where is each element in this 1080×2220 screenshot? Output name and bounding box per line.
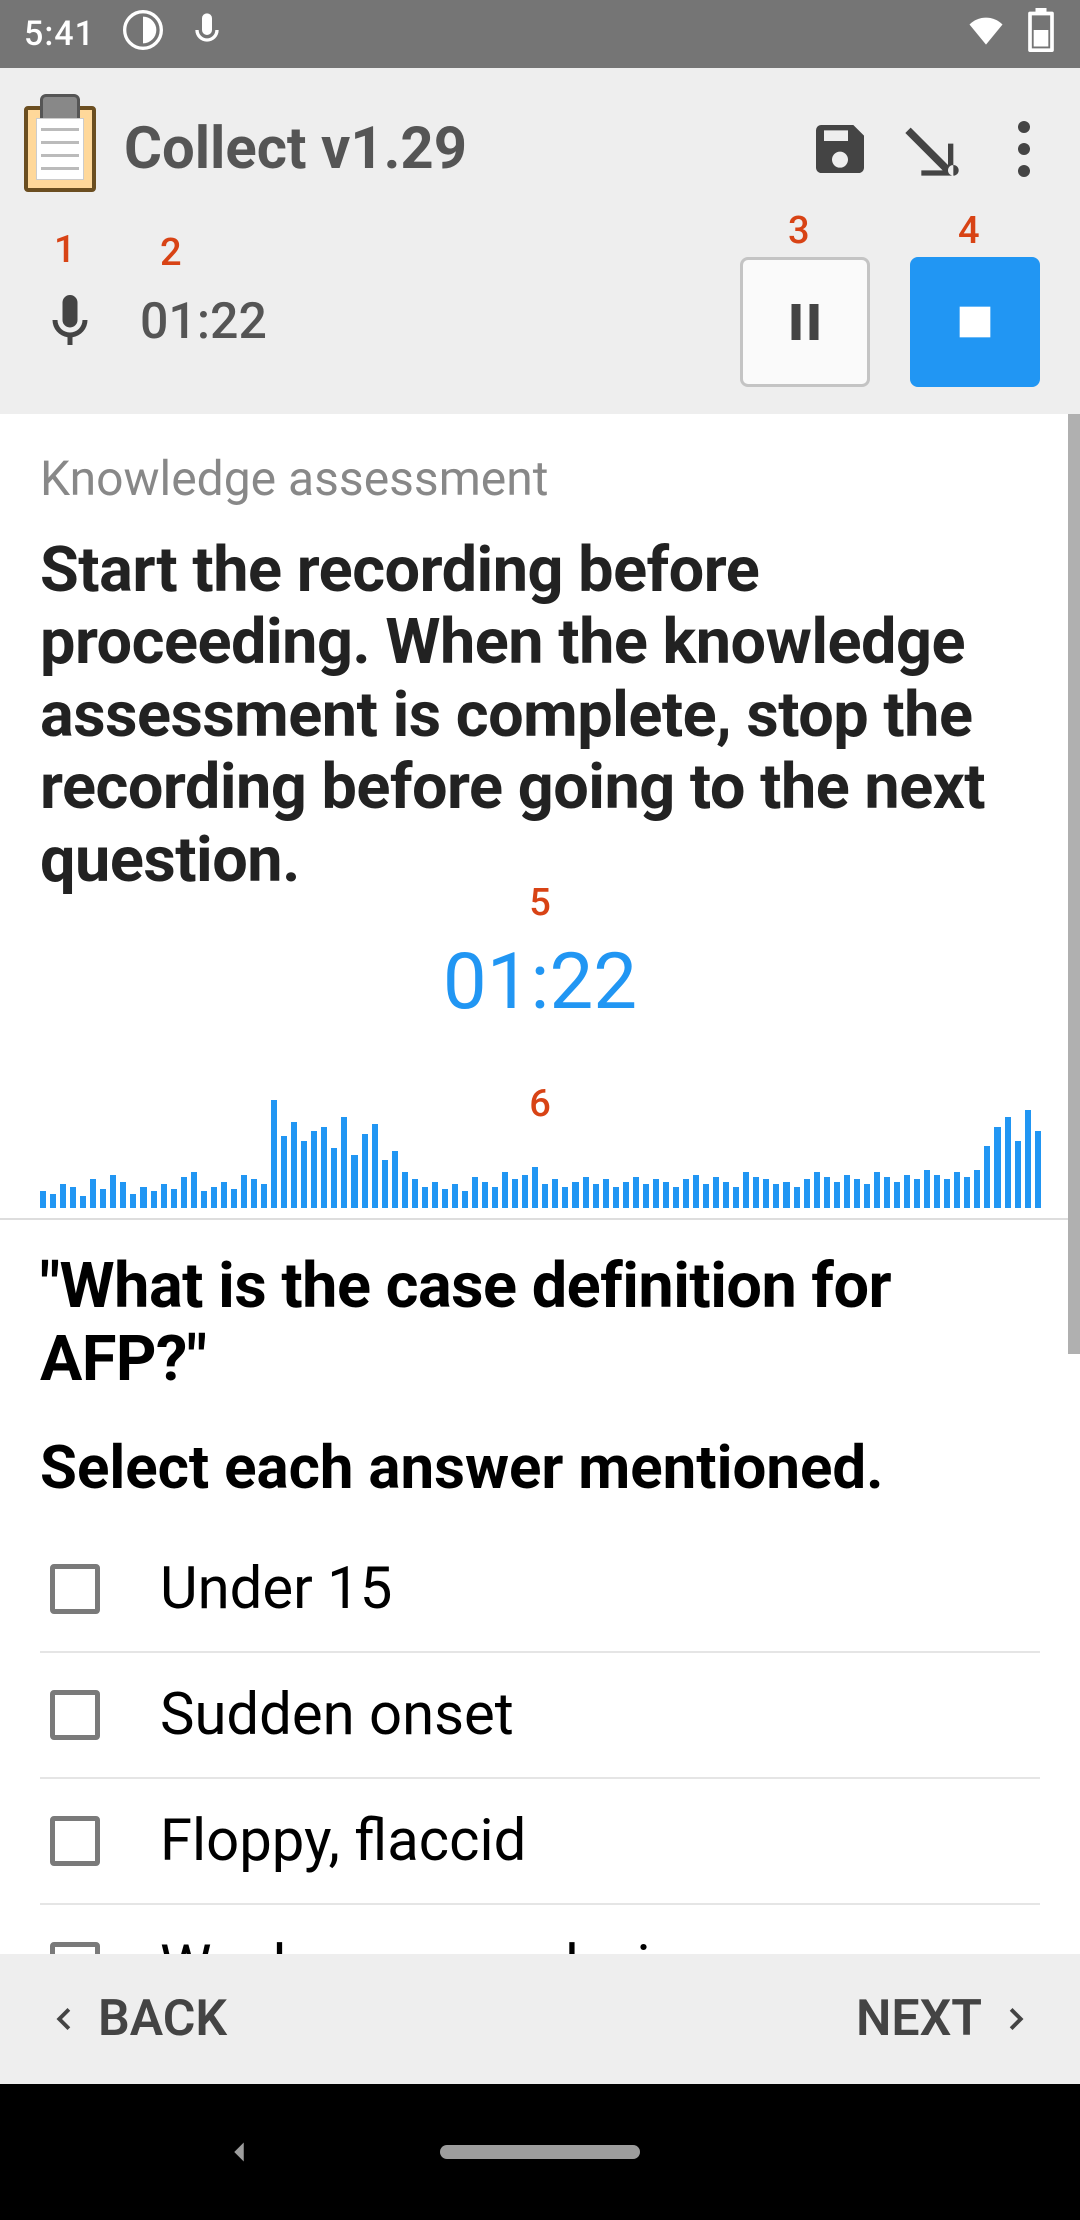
content-area[interactable]: Knowledge assessment Start the recording… [0,414,1080,1954]
choice-row[interactable]: Under 15 [40,1527,1040,1653]
divider [0,1218,1080,1220]
big-timer: 5 01:22 [40,937,1040,1028]
checkbox[interactable] [50,1564,100,1614]
android-nav-bar [0,2084,1080,2220]
clipboard-icon[interactable] [24,106,96,192]
pause-button[interactable] [740,257,870,387]
stop-icon [952,299,998,345]
next-button[interactable]: NEXT [540,1990,1080,2048]
voice-indicator-icon [187,10,227,59]
next-label: NEXT [856,1990,982,2048]
android-back-icon[interactable] [220,2118,258,2186]
question-text: "What is the case definition for AFP?" [40,1250,1040,1396]
choice-list: Under 15 Sudden onset Floppy, flaccid Weakn… [40,1527,1040,1954]
chevron-left-icon [40,1997,84,2041]
choice-label: Under 15 [160,1555,392,1623]
choice-label: Sudden onset [160,1681,514,1749]
back-button[interactable]: BACK [0,1990,540,2048]
wifi-icon [964,8,1008,61]
recorder-elapsed: 01:22 [140,293,267,351]
profile-badge-icon [123,10,163,59]
sub-instruction: Select each answer mentioned. [40,1432,1040,1503]
badge-1: 1 [54,228,76,272]
waveform [40,1088,1040,1208]
choice-label: Floppy, flaccid [160,1807,526,1875]
android-home-pill[interactable] [440,2145,640,2159]
choice-row[interactable]: Sudden onset [40,1653,1040,1779]
save-icon[interactable] [808,117,872,181]
checkbox[interactable] [50,1816,100,1866]
mic-icon[interactable] [40,335,100,354]
status-time: 5:41 [24,14,95,54]
badge-2: 2 [160,231,182,275]
pause-icon [778,295,832,349]
section-title: Knowledge assessment [40,450,1040,507]
checkbox[interactable] [50,1942,100,1954]
status-bar: 5:41 [0,0,1080,68]
battery-icon [1026,8,1056,61]
back-label: BACK [98,1990,227,2048]
choice-row[interactable]: Weakness, paralysis [40,1905,1040,1954]
choice-row[interactable]: Floppy, flaccid [40,1779,1040,1905]
stop-button[interactable] [910,257,1040,387]
choice-label: Weakness, paralysis [160,1933,680,1954]
bottom-nav: BACK NEXT [0,1954,1080,2084]
checkbox[interactable] [50,1690,100,1740]
instructions-text: Start the recording before proceeding. W… [40,535,1040,897]
app-title: Collect v1.29 [124,115,780,183]
download-arrow-icon[interactable] [900,117,964,181]
recorder-bar: 1 2 01:22 3 4 [0,230,1080,414]
app-bar: Collect v1.29 [0,68,1080,230]
more-vert-icon[interactable] [992,117,1056,181]
chevron-right-icon [996,1997,1040,2041]
